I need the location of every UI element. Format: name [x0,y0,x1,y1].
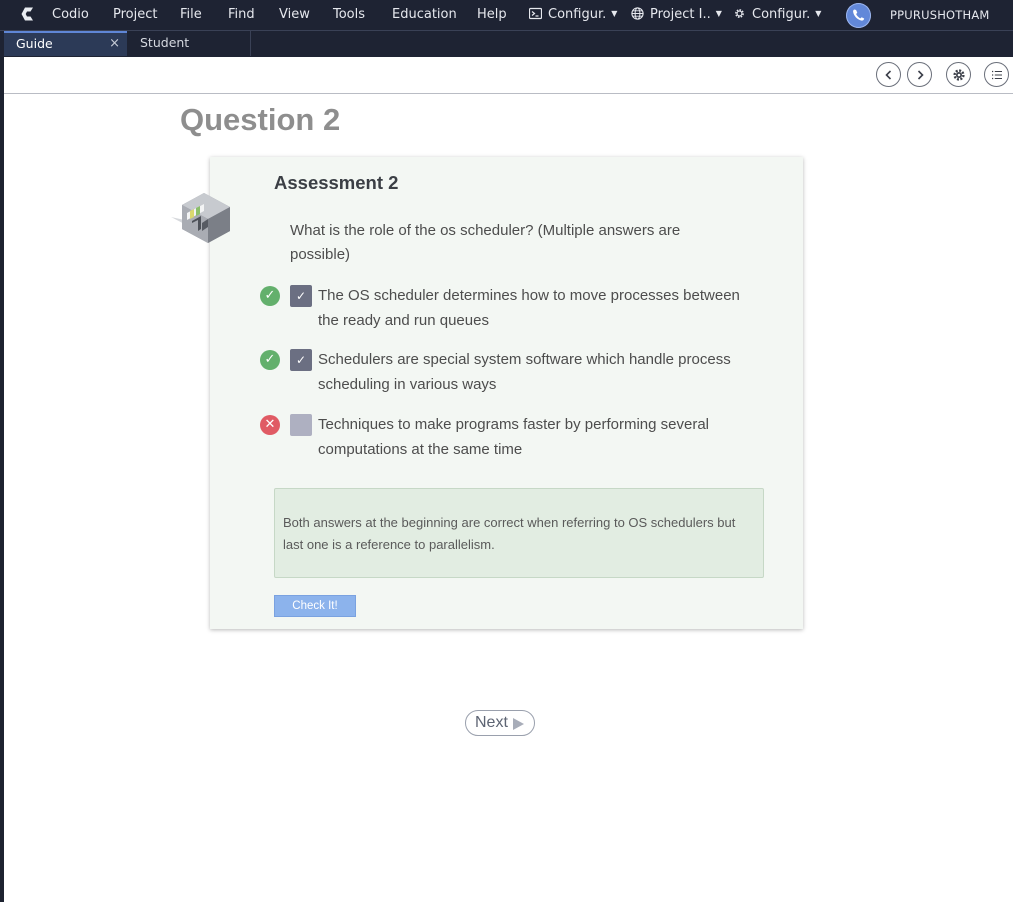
guide-toolbar [4,57,1013,94]
play-arrow-icon [513,718,524,730]
table-of-contents-button[interactable] [984,62,1009,87]
guide-panel: Question 2 Assessment 2 What is the role… [4,57,1013,902]
chevron-down-icon: ▼ [715,9,722,18]
menu-help[interactable]: Help [477,7,507,22]
settings-button[interactable] [946,62,971,87]
list-icon [991,70,1002,79]
guide-content: Question 2 Assessment 2 What is the role… [4,94,1013,902]
phone-icon [853,9,865,21]
answer-checkbox[interactable]: ✓ [290,285,312,307]
globe-icon [631,7,644,20]
assessment-title: Assessment 2 [274,172,399,193]
feedback-text: Both answers at the beginning are correc… [283,515,736,552]
assessment-card: Assessment 2 What is the role of the os … [171,157,803,629]
answer-option[interactable]: ✓ ✓ Schedulers are special system softwa… [260,348,740,398]
answer-checkbox[interactable]: ✓ [290,349,312,371]
chevron-right-icon [917,69,924,80]
incorrect-x-icon: ✕ [260,415,280,435]
codio-logo-icon[interactable] [19,5,37,23]
question-text: What is the role of the os scheduler? (M… [290,222,681,263]
answer-text: The OS scheduler determines how to move … [318,287,740,329]
next-page-button[interactable] [907,62,932,87]
menu-view[interactable]: View [279,7,310,22]
top-menubar: Codio Project File Find View Tools Educa… [0,0,1013,30]
configure-run-label: Configur. [548,7,607,22]
next-button-label: Next [475,714,508,731]
configure-run-dropdown[interactable]: Configur. ▼ [529,7,617,22]
answer-option[interactable]: ✕ Techniques to make programs faster by … [260,413,740,463]
menu-find[interactable]: Find [228,7,255,22]
answer-text: Schedulers are special system software w… [318,351,731,393]
assessment-icon [171,193,230,243]
answer-checkbox[interactable] [290,414,312,436]
tab-strip: Guide × Student feedback [0,30,1013,74]
menu-file[interactable]: File [180,7,202,22]
gear-icon [952,68,965,81]
close-icon[interactable]: × [109,33,120,55]
menu-app-name[interactable]: Codio [52,7,89,22]
page-title: Question 2 [180,102,341,137]
chevron-left-icon [884,69,891,80]
chevron-down-icon: ▼ [815,9,822,18]
answer-option[interactable]: ✓ ✓ The OS scheduler determines how to m… [260,284,740,334]
configure-dropdown[interactable]: Configur. ▼ [733,7,821,22]
configure-label: Configur. [752,7,811,22]
menu-project[interactable]: Project [113,7,157,22]
project-index-dropdown[interactable]: Project I.. ▼ [631,7,722,22]
chevron-down-icon: ▼ [611,9,618,18]
next-button[interactable]: Next [465,710,535,736]
previous-button[interactable] [876,62,901,87]
correct-check-icon: ✓ [260,286,280,306]
check-it-button[interactable]: Check It! [274,595,356,617]
menu-tools[interactable]: Tools [333,7,365,22]
feedback-box: Both answers at the beginning are correc… [274,488,764,578]
tab-student-feedback[interactable]: Student feedback [128,31,251,74]
phone-call-button[interactable] [846,3,871,28]
tab-guide-label: Guide [16,36,53,51]
tab-guide[interactable]: Guide × [4,31,127,56]
answer-text: Techniques to make programs faster by pe… [318,416,710,458]
project-index-label: Project I.. [650,7,711,22]
correct-check-icon: ✓ [260,350,280,370]
terminal-icon [529,7,542,20]
gear-icon [735,9,744,18]
menu-education[interactable]: Education [392,7,457,22]
username[interactable]: PPURUSHOTHAM [890,8,990,22]
